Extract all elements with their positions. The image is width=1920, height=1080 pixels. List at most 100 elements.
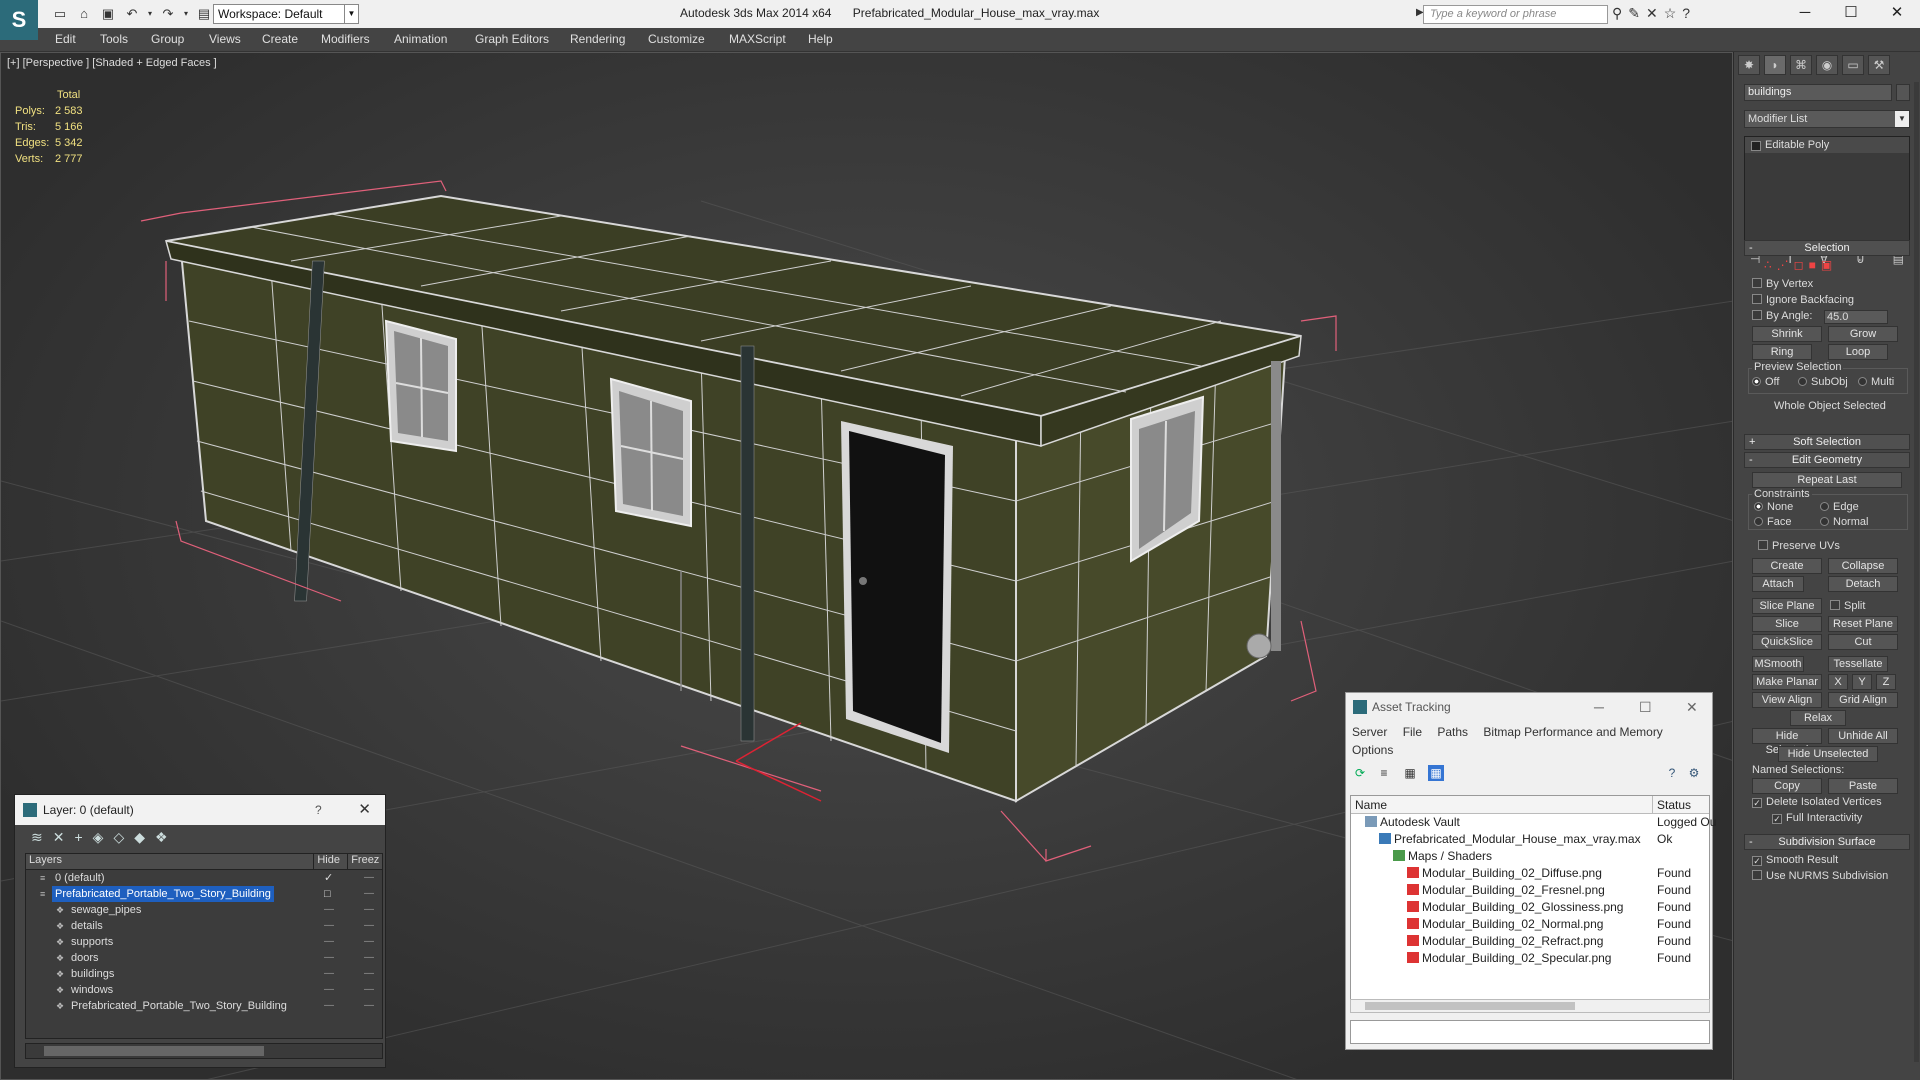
display-tab-icon[interactable]: ▭ xyxy=(1842,55,1864,75)
hide-toggle[interactable]: — xyxy=(324,934,334,950)
asset-row[interactable]: Modular_Building_02_Specular.png Found xyxy=(1351,950,1709,967)
menu-edit[interactable]: Edit xyxy=(55,32,76,46)
repeat-last-button[interactable]: Repeat Last xyxy=(1752,472,1902,488)
asset-row[interactable]: Modular_Building_02_Refract.png Found xyxy=(1351,933,1709,950)
collapse-button[interactable]: Collapse xyxy=(1828,558,1898,574)
preview-off-radio[interactable]: Off xyxy=(1752,376,1779,388)
layer-row[interactable]: ❖ details — — xyxy=(26,918,382,934)
ring-button[interactable]: Ring xyxy=(1752,344,1812,360)
hide-toggle[interactable]: — xyxy=(324,966,334,982)
split-checkbox[interactable]: Split xyxy=(1830,600,1865,612)
asset-path-field[interactable] xyxy=(1350,1020,1710,1044)
name-column-header[interactable]: Name xyxy=(1351,796,1653,813)
menu-help[interactable]: Help xyxy=(808,32,833,46)
binoculars-icon[interactable]: ⚲ xyxy=(1612,5,1622,22)
grid-align-button[interactable]: Grid Align xyxy=(1828,692,1898,708)
undo-dropdown-icon[interactable]: ▾ xyxy=(146,4,154,24)
asset-menu-file[interactable]: File xyxy=(1403,725,1422,739)
freeze-toggle[interactable]: — xyxy=(364,870,374,886)
layer-row[interactable]: ❖ supports — — xyxy=(26,934,382,950)
redo-dropdown-icon[interactable]: ▾ xyxy=(182,4,190,24)
subobject-level-icons[interactable]: ∴⋰◻■▣ xyxy=(1764,258,1837,272)
asset-row[interactable]: Modular_Building_02_Normal.png Found xyxy=(1351,916,1709,933)
freeze-toggle[interactable]: — xyxy=(364,886,374,902)
asset-menu-options[interactable]: Options xyxy=(1352,743,1393,757)
asset-row[interactable]: Prefabricated_Modular_House_max_vray.max… xyxy=(1351,831,1709,848)
project-folder-icon[interactable]: ▤ xyxy=(194,4,214,24)
modifier-list-dropdown[interactable]: Modifier List ▼ xyxy=(1744,110,1910,128)
asset-horizontal-scrollbar[interactable] xyxy=(1350,999,1710,1013)
by-vertex-checkbox[interactable]: By Vertex xyxy=(1752,278,1813,290)
workspace-dropdown[interactable]: Workspace: Default ▼ xyxy=(213,4,359,24)
menu-tools[interactable]: Tools xyxy=(100,32,128,46)
asset-menu-paths[interactable]: Paths xyxy=(1437,725,1468,739)
loop-button[interactable]: Loop xyxy=(1828,344,1888,360)
close-button[interactable]: ✕ xyxy=(1874,0,1920,28)
layer-row[interactable]: ≡ 0 (default) ✓ — xyxy=(26,870,382,886)
asset-titlebar[interactable]: Asset Tracking ─ ☐ ✕ xyxy=(1346,693,1712,721)
layer-row[interactable]: ≡ Prefabricated_Portable_Two_Story_Buildi… xyxy=(26,886,382,902)
hide-toggle[interactable]: □ xyxy=(324,886,331,902)
communication-icon[interactable]: ✕ xyxy=(1646,5,1658,22)
menu-graph-editors[interactable]: Graph Editors xyxy=(475,32,549,46)
ignore-backfacing-checkbox[interactable]: Ignore Backfacing xyxy=(1752,294,1854,306)
asset-row[interactable]: Autodesk Vault Logged Ou xyxy=(1351,814,1716,831)
grow-button[interactable]: Grow xyxy=(1828,326,1898,342)
select-layer-objects-icon[interactable]: ◈ xyxy=(93,829,104,851)
new-layer-icon[interactable]: ≋ xyxy=(31,829,43,851)
asset-menu-bitmap[interactable]: Bitmap Performance and Memory xyxy=(1483,725,1662,739)
layer-horizontal-scrollbar[interactable] xyxy=(25,1043,383,1059)
freeze-toggle[interactable]: — xyxy=(364,966,374,982)
table-view-icon[interactable]: ▦ xyxy=(1402,765,1418,781)
constraint-edge-radio[interactable]: Edge xyxy=(1820,501,1859,513)
close-button[interactable]: ✕ xyxy=(1686,693,1698,721)
freeze-toggle[interactable]: — xyxy=(364,982,374,998)
preserve-uvs-checkbox[interactable]: Preserve UVs xyxy=(1758,540,1840,552)
close-icon[interactable]: ✕ xyxy=(358,795,371,825)
search-input[interactable]: Type a keyword or phrase xyxy=(1423,5,1608,24)
asset-row[interactable]: Modular_Building_02_Fresnel.png Found xyxy=(1351,882,1709,899)
list-view-icon[interactable]: ≡ xyxy=(1376,765,1392,781)
view-align-button[interactable]: View Align xyxy=(1752,692,1822,708)
hide-toggle[interactable]: — xyxy=(324,902,334,918)
layer-row[interactable]: ❖ Prefabricated_Portable_Two_Story_Buildi… xyxy=(26,998,382,1014)
subscription-icon[interactable]: ✎ xyxy=(1628,5,1640,22)
full-interactivity-checkbox[interactable]: ✓ Full Interactivity xyxy=(1772,812,1862,824)
selection-rollout-header[interactable]: - Selection xyxy=(1744,240,1910,256)
edit-geometry-rollout-header[interactable]: - Edit Geometry xyxy=(1744,452,1910,468)
subdivision-rollout-header[interactable]: - Subdivision Surface xyxy=(1744,834,1910,850)
freeze-column-header[interactable]: Freez xyxy=(348,854,382,869)
menu-views[interactable]: Views xyxy=(209,32,241,46)
hide-toggle[interactable]: — xyxy=(324,982,334,998)
freeze-toggle[interactable]: — xyxy=(364,998,374,1014)
copy-button[interactable]: Copy xyxy=(1752,778,1822,794)
soft-selection-rollout-header[interactable]: + Soft Selection xyxy=(1744,434,1910,450)
help-icon[interactable]: ? xyxy=(1682,5,1690,22)
stack-item-editable-poly[interactable]: Editable Poly xyxy=(1745,137,1909,153)
grid-view-icon[interactable]: ▦ xyxy=(1428,765,1444,781)
make-planar-button[interactable]: Make Planar xyxy=(1752,674,1822,690)
save-file-icon[interactable]: ▣ xyxy=(98,4,118,24)
layers-column-header[interactable]: Layers xyxy=(26,854,315,869)
menu-group[interactable]: Group xyxy=(151,32,184,46)
detach-button[interactable]: Detach xyxy=(1828,576,1898,592)
hide-toggle[interactable]: — xyxy=(324,918,334,934)
command-panel-scrollbar[interactable] xyxy=(1914,82,1919,1062)
modify-tab-icon[interactable]: ◗ xyxy=(1764,55,1786,75)
planar-x-button[interactable]: X xyxy=(1828,674,1848,690)
msmooth-button[interactable]: MSmooth xyxy=(1752,656,1804,672)
status-column-header[interactable]: Status xyxy=(1653,796,1691,813)
freeze-all-layers-icon[interactable]: ❖ xyxy=(155,829,168,851)
minimize-button[interactable]: ─ xyxy=(1782,0,1828,28)
menu-maxscript[interactable]: MAXScript xyxy=(729,32,786,46)
motion-tab-icon[interactable]: ◉ xyxy=(1816,55,1838,75)
maximize-button[interactable]: ☐ xyxy=(1828,0,1874,28)
paste-button[interactable]: Paste xyxy=(1828,778,1898,794)
asset-row[interactable]: Modular_Building_02_Glossiness.png Found xyxy=(1351,899,1709,916)
hide-toggle[interactable]: ✓ xyxy=(324,870,333,886)
freeze-toggle[interactable]: — xyxy=(364,918,374,934)
create-tab-icon[interactable]: ✸ xyxy=(1738,55,1760,75)
minimize-button[interactable]: ─ xyxy=(1594,693,1604,721)
slice-button[interactable]: Slice xyxy=(1752,616,1822,632)
asset-row[interactable]: Modular_Building_02_Diffuse.png Found xyxy=(1351,865,1709,882)
